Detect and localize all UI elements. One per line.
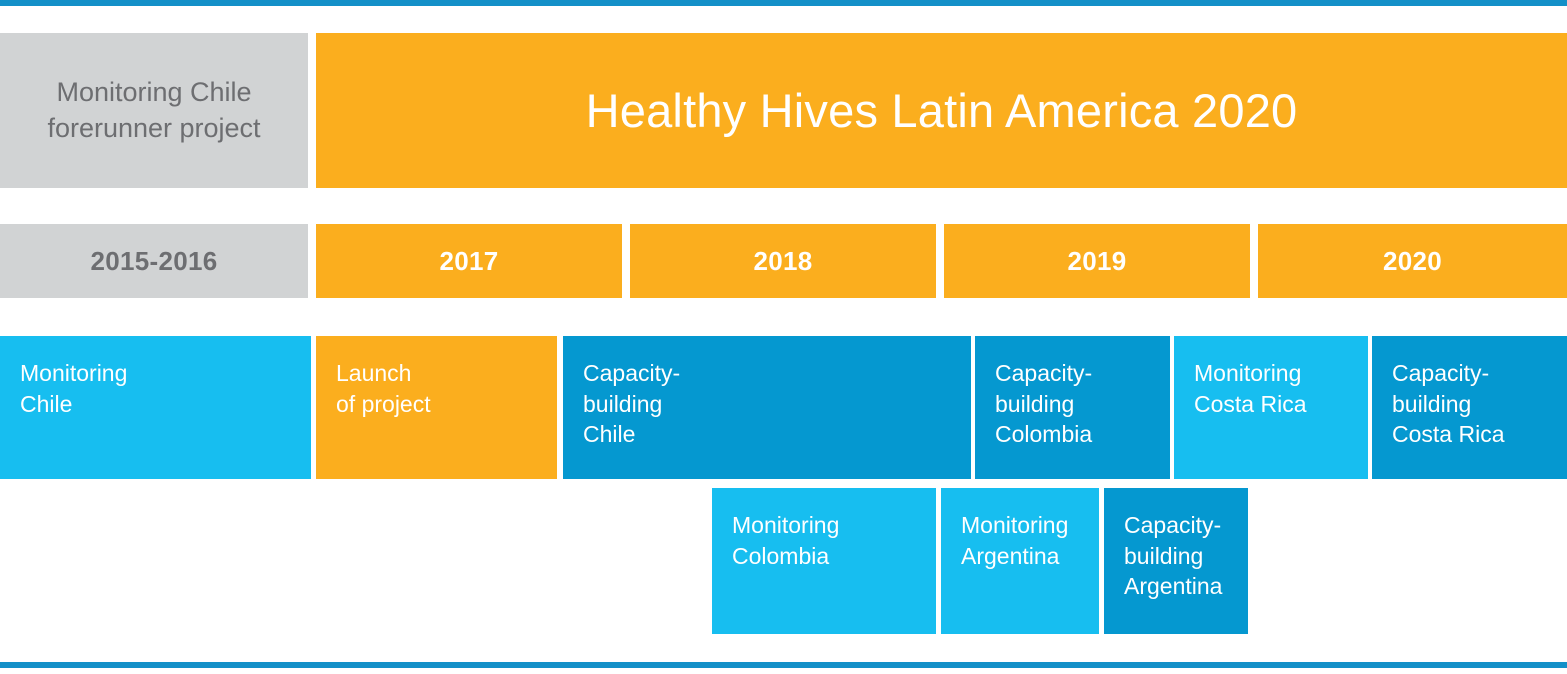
year-label: 2020 <box>1382 245 1443 276</box>
activity-launch-of-project[interactable]: Launch of project <box>316 336 557 479</box>
activity-capacity-building-argentina[interactable]: Capacity- building Argentina <box>1104 488 1248 634</box>
activity-capacity-building-chile[interactable]: Capacity- building Chile <box>563 336 971 479</box>
page-title: Healthy Hives Latin America 2020 <box>585 83 1298 137</box>
year-cell-2017[interactable]: 2017 <box>316 224 622 298</box>
year-cell-2019[interactable]: 2019 <box>944 224 1250 298</box>
activity-monitoring-colombia[interactable]: Monitoring Colombia <box>712 488 936 634</box>
forerunner-project-card: Monitoring Chile forerunner project <box>0 33 308 188</box>
forerunner-project-label: Monitoring Chile forerunner project <box>47 76 261 143</box>
activity-capacity-building-costa-rica[interactable]: Capacity- building Costa Rica <box>1372 336 1567 479</box>
top-divider-rule <box>0 0 1567 6</box>
activity-label: Capacity- building Colombia <box>995 360 1093 448</box>
activity-label: Capacity- building Costa Rica <box>1392 360 1505 448</box>
activity-label: Monitoring Argentina <box>961 512 1069 569</box>
year-cell-2015-2016[interactable]: 2015-2016 <box>0 224 308 298</box>
project-title-banner: Healthy Hives Latin America 2020 <box>316 33 1567 188</box>
year-label: 2015-2016 <box>90 245 218 276</box>
year-label: 2017 <box>439 245 499 276</box>
activity-label: Monitoring Costa Rica <box>1194 360 1307 417</box>
activity-label: Monitoring Colombia <box>732 512 840 569</box>
activity-monitoring-argentina[interactable]: Monitoring Argentina <box>941 488 1099 634</box>
year-cell-2020[interactable]: 2020 <box>1258 224 1567 298</box>
activity-monitoring-costa-rica[interactable]: Monitoring Costa Rica <box>1174 336 1368 479</box>
timeline-diagram: Monitoring Chile forerunner project Heal… <box>0 0 1567 674</box>
year-cell-2018[interactable]: 2018 <box>630 224 936 298</box>
activity-label: Capacity- building Chile <box>583 360 681 448</box>
year-label: 2018 <box>753 245 813 276</box>
year-label: 2019 <box>1067 245 1127 276</box>
activity-label: Launch of project <box>336 360 431 417</box>
activity-label: Monitoring Chile <box>20 360 128 417</box>
activity-label: Capacity- building Argentina <box>1124 512 1223 600</box>
activity-monitoring-chile[interactable]: Monitoring Chile <box>0 336 311 479</box>
bottom-divider-rule <box>0 662 1567 668</box>
activity-capacity-building-colombia[interactable]: Capacity- building Colombia <box>975 336 1170 479</box>
